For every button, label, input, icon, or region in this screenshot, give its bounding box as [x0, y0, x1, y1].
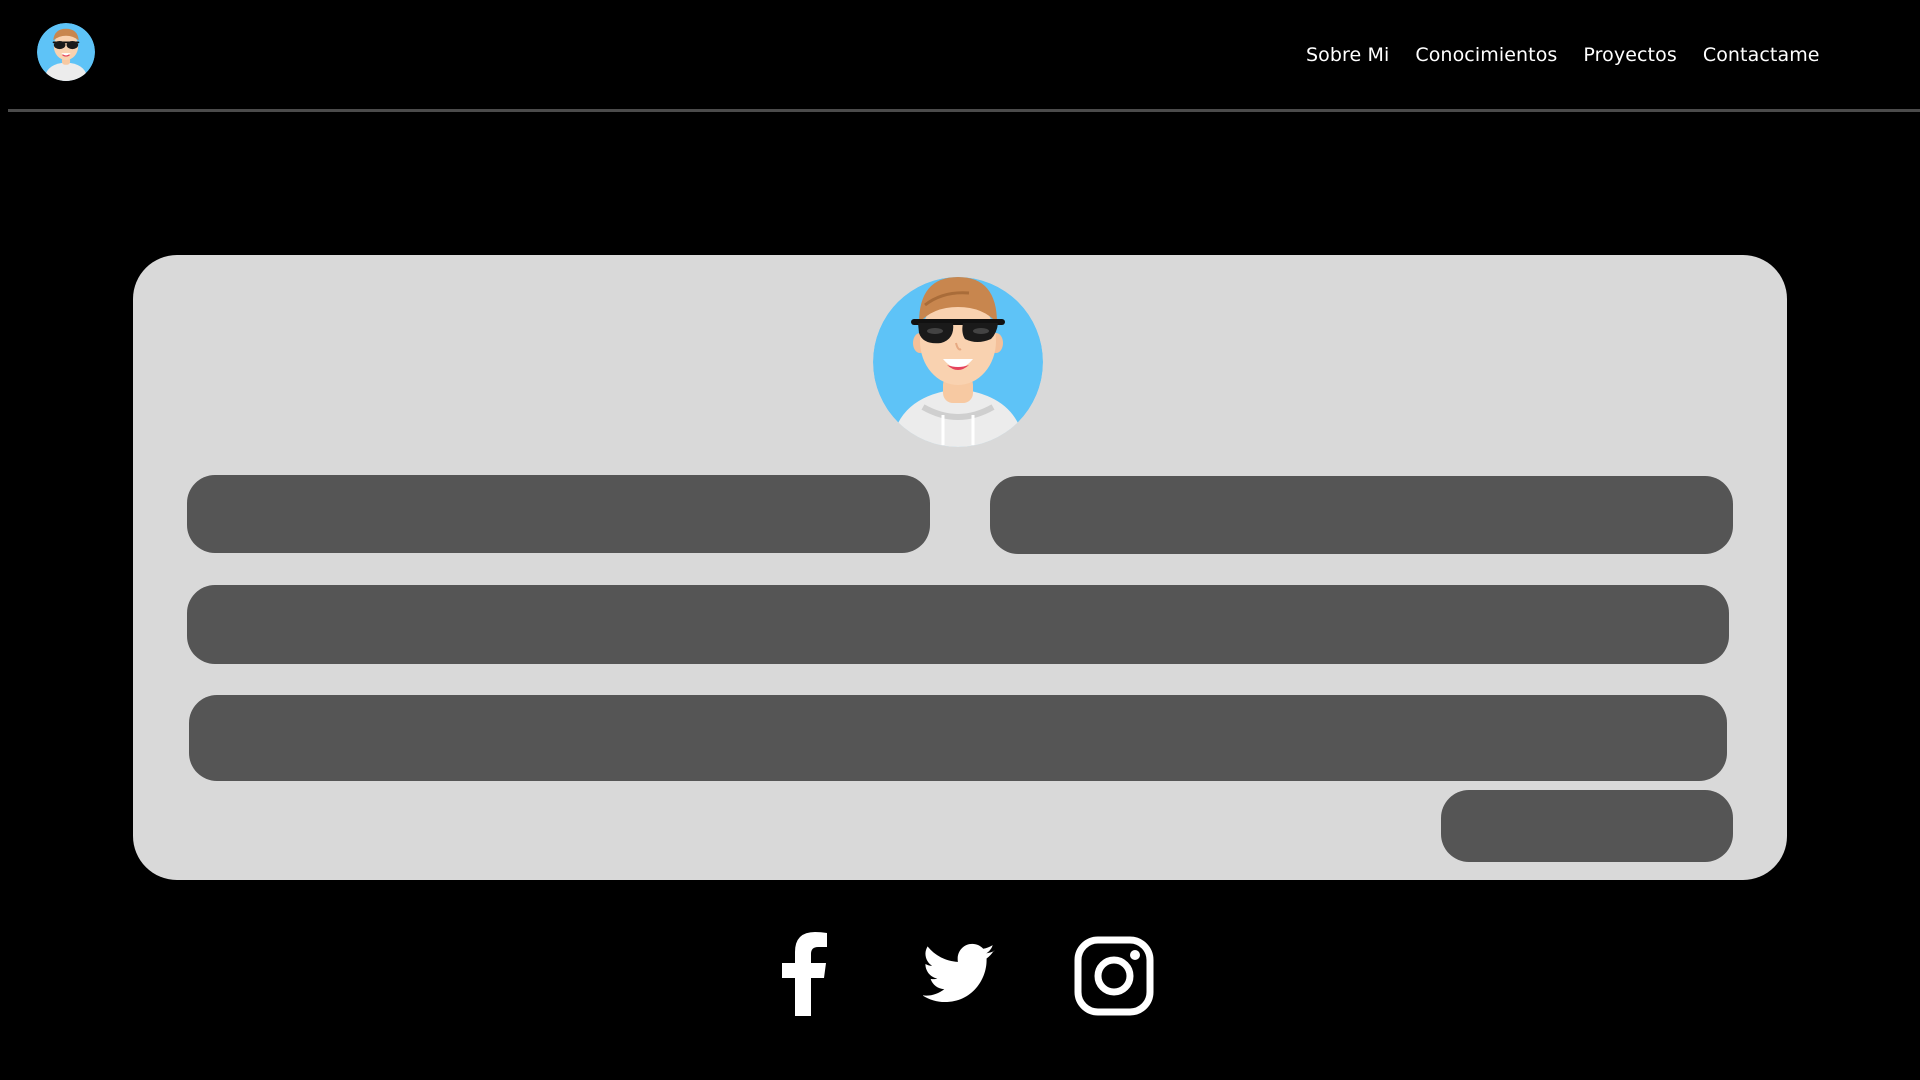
page: Sobre Mi Conocimientos Proyectos Contact…	[0, 0, 1920, 1080]
nav-contactame[interactable]: Contactame	[1703, 44, 1820, 66]
nav-conocimientos[interactable]: Conocimientos	[1415, 44, 1557, 66]
logo-avatar[interactable]	[37, 23, 95, 81]
instagram-icon	[1074, 936, 1154, 1016]
nav-sobre-mi[interactable]: Sobre Mi	[1306, 44, 1389, 66]
header-divider	[8, 109, 1920, 112]
twitter-icon	[923, 943, 995, 1002]
profile-avatar	[873, 277, 1043, 447]
facebook-link[interactable]	[779, 930, 829, 1016]
memoji-avatar-icon	[37, 23, 95, 81]
header: Sobre Mi Conocimientos Proyectos Contact…	[0, 0, 1920, 112]
instagram-link[interactable]	[1074, 936, 1154, 1016]
memoji-avatar-icon	[873, 277, 1043, 447]
contact-card	[133, 255, 1787, 880]
send-button[interactable]	[1441, 790, 1733, 862]
twitter-link[interactable]	[923, 943, 996, 1005]
name-field[interactable]	[187, 475, 930, 553]
message-field[interactable]	[189, 695, 1727, 781]
main-nav: Sobre Mi Conocimientos Proyectos Contact…	[1306, 44, 1820, 66]
nav-proyectos[interactable]: Proyectos	[1583, 44, 1676, 66]
facebook-icon	[782, 932, 827, 1016]
subject-field[interactable]	[187, 585, 1729, 664]
email-field[interactable]	[990, 476, 1733, 554]
social-links	[0, 930, 1920, 1020]
